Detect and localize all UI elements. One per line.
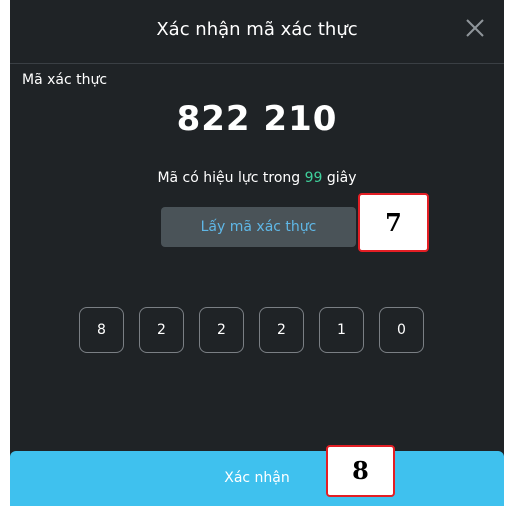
otp-digit-6[interactable]: 0 bbox=[379, 307, 424, 353]
validity-seconds: 99 bbox=[304, 170, 323, 186]
close-icon[interactable] bbox=[460, 13, 490, 43]
otp-digit-4[interactable]: 2 bbox=[259, 307, 304, 353]
step-7-badge: 7 bbox=[358, 193, 429, 252]
dialog-title: Xác nhận mã xác thực bbox=[156, 19, 358, 40]
step-8-badge: 8 bbox=[326, 445, 395, 497]
verification-dialog: Xác nhận mã xác thực Mã xác thực 822 210… bbox=[10, 0, 504, 506]
otp-digit-3[interactable]: 2 bbox=[199, 307, 244, 353]
get-code-button[interactable]: Lấy mã xác thực bbox=[161, 207, 356, 247]
otp-digit-2[interactable]: 2 bbox=[139, 307, 184, 353]
validity-text: Mã có hiệu lực trong 99 giây bbox=[10, 170, 504, 186]
otp-digit-5[interactable]: 1 bbox=[319, 307, 364, 353]
code-label: Mã xác thực bbox=[22, 72, 108, 88]
otp-digit-1[interactable]: 8 bbox=[79, 307, 124, 353]
confirm-button[interactable]: Xác nhận bbox=[10, 451, 504, 506]
verification-code: 822 210 bbox=[176, 99, 338, 139]
validity-suffix: giây bbox=[322, 170, 357, 186]
validity-prefix: Mã có hiệu lực trong bbox=[157, 170, 305, 186]
dialog-header: Xác nhận mã xác thực bbox=[10, 0, 504, 64]
